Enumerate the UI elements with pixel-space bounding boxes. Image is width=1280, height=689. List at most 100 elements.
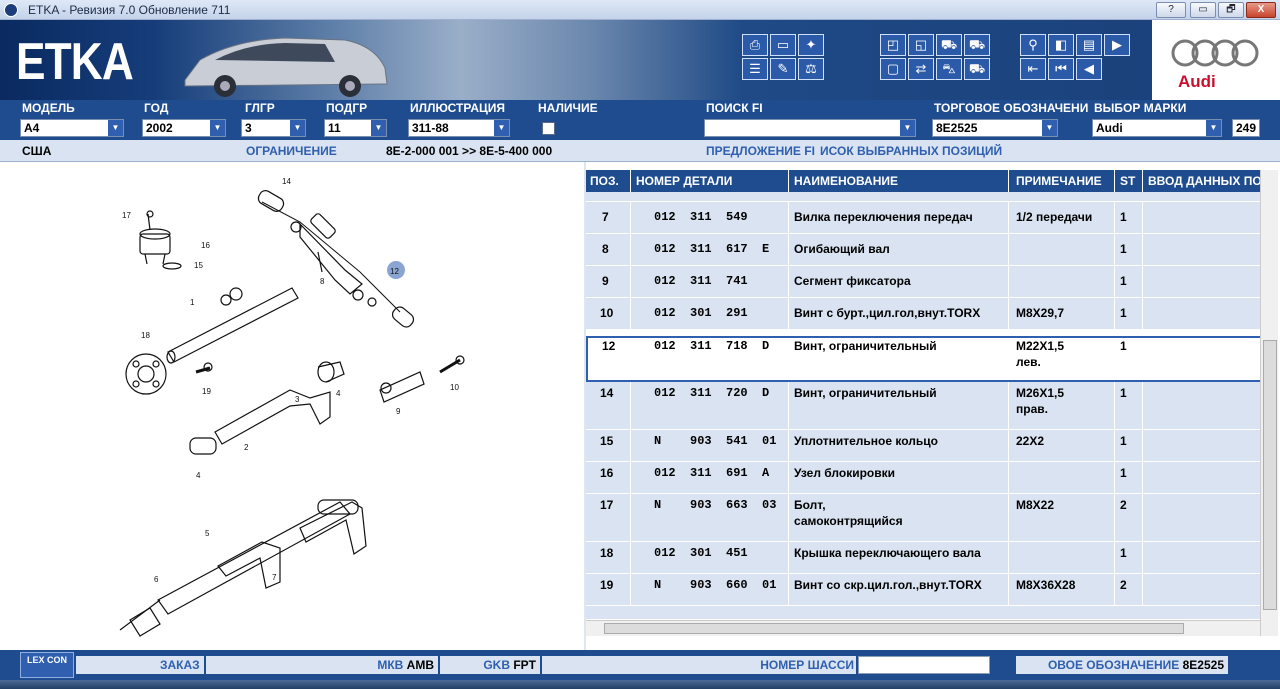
row-pos: 15 [600,434,614,448]
elsa-icon[interactable]: ◰ [880,34,906,56]
row-part-number: 012 311 741 [654,274,748,288]
table-row[interactable]: 8 012 311 617 E Огибающий вал 1 [586,234,1260,266]
help-button[interactable]: ? [1156,2,1186,18]
row-name: Винт со скр.цил.гол.,внут.TORX [794,578,982,592]
back-icon[interactable]: ⏮ [1048,58,1074,80]
vertical-scroll-thumb[interactable] [1263,340,1277,610]
podgr-value: 11 [328,121,341,135]
first-icon[interactable]: ⇤ [1020,58,1046,80]
pencil-icon[interactable]: ✎ [770,58,796,80]
list-icon[interactable]: ☰ [742,58,768,80]
transfer-icon[interactable]: ⇄ [908,58,934,80]
row-pos: 10 [600,306,614,320]
scale-icon[interactable]: ⚖ [798,58,824,80]
order-label: ЗАКАЗ [160,658,200,672]
row-note-2: лев. [1016,355,1041,369]
field-labels: МОДЕЛЬ ГОД ГЛГР ПОДГР ИЛЛЮСТРАЦИЯ НАЛИЧИ… [0,100,1280,116]
chevron-down-icon[interactable]: ▼ [290,120,305,136]
info-bar: США ОГРАНИЧЕНИЕ 8E-2-000 001 >> 8E-5-400… [0,140,1280,162]
chevron-down-icon[interactable]: ▼ [494,120,509,136]
gkb-value: FPT [513,658,536,672]
trade-select[interactable]: 8E2525 ▼ [932,119,1058,137]
row-st: 1 [1120,339,1127,353]
table-row[interactable]: 19 N 903 660 01 Винт со скр.цил.гол.,вну… [586,574,1260,606]
vehicle-icon[interactable]: ⛍ [936,58,962,80]
parts-table: ПОЗ. НОМЕР ДЕТАЛИ НАИМЕНОВАНИЕ ПРИМЕЧАНИ… [586,170,1260,636]
row-part-number: 012 301 451 [654,546,748,560]
table-row[interactable]: 9 012 311 741 Сегмент фиксатора 1 [586,266,1260,298]
brand-select[interactable]: Audi ▼ [1092,119,1222,137]
table-row[interactable]: 14 012 311 720 D Винт, ограничительный M… [586,382,1260,430]
podgr-select[interactable]: 11 ▼ [324,119,387,137]
table-row-selected[interactable]: 12 012 311 718 D Винт, ограничительный M… [586,336,1260,382]
row-name: Винт, ограничительный [794,386,937,400]
chevron-down-icon[interactable]: ▼ [210,120,225,136]
chevron-down-icon[interactable]: ▼ [1206,120,1221,136]
table-row[interactable]: 17 N 903 663 03 Болт, самоконтрящийся M8… [586,494,1260,542]
status-bar: LEX CON ЗАКАЗ МКВ AMB GKB FPT НОМЕР ШАСС… [0,650,1280,680]
chevron-down-icon[interactable]: ▼ [108,120,123,136]
illustration-select[interactable]: 311-88 ▼ [408,119,510,137]
horizontal-scrollbar[interactable] [586,620,1260,636]
header-st[interactable]: ST [1120,174,1135,188]
diagram-label-7: 7 [272,573,277,582]
horizontal-scroll-thumb[interactable] [604,623,1184,634]
table-row[interactable]: 7 012 311 549 Вилка переключения передач… [586,202,1260,234]
maximize-button[interactable]: 🗗 [1218,2,1244,18]
diagram-label-17: 17 [122,211,131,220]
table-row[interactable]: 16 012 311 691 A Узел блокировки 1 [586,462,1260,494]
handshake-icon[interactable]: ✦ [798,34,824,56]
search-input[interactable]: ▼ [704,119,916,137]
cart-icon[interactable]: ⛟ [936,34,962,56]
car-image [184,37,388,97]
header-data-entry[interactable]: ВВОД ДАННЫХ ПО [1148,174,1260,188]
table-row-spacer [586,192,1260,202]
trade-value: 8E2525 [936,121,978,135]
selected-positions-tab[interactable]: ИСОК ВЫБРАННЫХ ПОЗИЦИЙ [820,144,1002,158]
header-part-number[interactable]: НОМЕР ДЕТАЛИ [636,174,732,188]
order-button[interactable]: ЗАКАЗ [76,656,204,674]
window-icon[interactable]: ▭ [770,34,796,56]
prev-icon[interactable]: ◀ [1076,58,1102,80]
availability-checkbox[interactable] [542,122,555,135]
glgr-select[interactable]: 3 ▼ [241,119,306,137]
row-pos: 9 [602,274,609,288]
restriction-label: ОГРАНИЧЕНИЕ [246,144,337,158]
header-note[interactable]: ПРИМЕЧАНИЕ [1016,174,1102,188]
vertical-scrollbar[interactable] [1260,170,1278,636]
header-pos[interactable]: ПОЗ. [590,174,619,188]
new-designation-value: 8E2525 [1182,658,1224,672]
pin-icon[interactable]: ⚲ [1020,34,1046,56]
app-icon[interactable] [4,3,18,17]
diagram-label-3: 3 [295,395,300,404]
row-name: Вилка переключения передач [794,210,973,224]
model-value: A4 [24,121,40,135]
prev-page-icon[interactable]: ◧ [1048,34,1074,56]
print-icon[interactable]: ⎙ [742,34,768,56]
table-row[interactable]: 18 012 301 451 Крышка переключающего вал… [586,542,1260,574]
chassis-input[interactable] [858,656,990,674]
minimize-button[interactable]: ▭ [1190,2,1216,18]
table-row[interactable]: 10 012 301 291 Винт с бурт.,цил.гол,внут… [586,298,1260,330]
chevron-down-icon[interactable]: ▼ [900,120,915,136]
glgr-value: 3 [245,121,252,135]
row-part-number: N 903 663 03 [654,498,777,512]
model-select[interactable]: A4 ▼ [20,119,124,137]
row-note: M22X1,5 [1016,339,1065,353]
lexcom-button[interactable]: LEX CON [20,652,74,678]
row-st: 1 [1120,546,1127,560]
proposal-tab[interactable]: ПРЕДЛОЖЕНИЕ FI [706,144,815,158]
close-button[interactable]: X [1246,2,1276,18]
table-row[interactable]: 15 N 903 541 01 Уплотнительное кольцо 22… [586,430,1260,462]
next-page-icon[interactable]: ▶ [1104,34,1130,56]
chevron-down-icon[interactable]: ▼ [1042,120,1057,136]
depot-icon[interactable]: ◱ [908,34,934,56]
basket-icon[interactable]: ⛟ [964,58,990,80]
monitor-icon[interactable]: ▢ [880,58,906,80]
year-select[interactable]: 2002 ▼ [142,119,226,137]
header-name[interactable]: НАИМЕНОВАНИЕ [794,174,898,188]
chevron-down-icon[interactable]: ▼ [371,120,386,136]
row-name: Узел блокировки [794,466,896,480]
cart-plus-icon[interactable]: ⛟ [964,34,990,56]
document-icon[interactable]: ▤ [1076,34,1102,56]
